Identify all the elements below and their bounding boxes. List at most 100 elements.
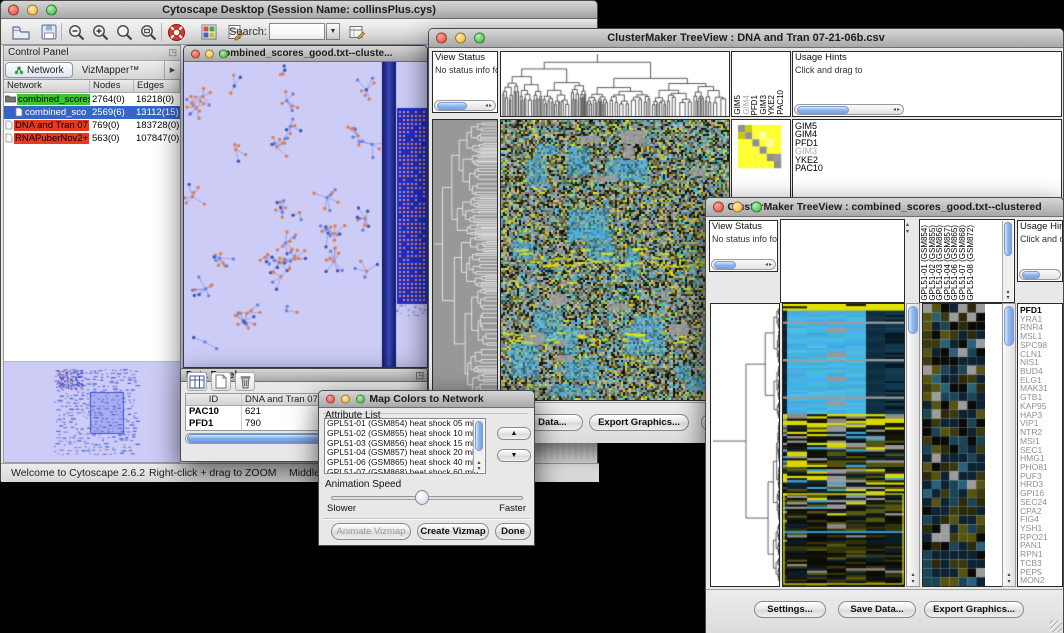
heatmap-main-pane[interactable]	[500, 119, 730, 401]
network-table-row[interactable]: combined_scores2764(0)16218(0)	[4, 93, 180, 106]
row-dendrogram-pane[interactable]	[432, 119, 498, 401]
tab-network[interactable]: Network	[5, 62, 73, 78]
network-table-row[interactable]: RNAPuberNov2+563(0)107847(0)	[4, 132, 180, 145]
network-canvas[interactable]	[184, 62, 427, 367]
close-button[interactable]	[8, 4, 19, 15]
close-button[interactable]	[326, 395, 335, 404]
network-nodes-count: 769(0)	[90, 120, 134, 131]
move-down-button[interactable]: ▼	[497, 449, 531, 462]
column-labels-pane: GPL51-01 (GSM854)GPL51-02 (GSM855)GPL51-…	[919, 219, 1015, 303]
treeview-combined-titlebar[interactable]: ClusterMaker TreeView : combined_scores_…	[706, 198, 1063, 217]
float-panel-icon[interactable]: ◳	[415, 370, 424, 381]
save-button[interactable]	[37, 21, 60, 43]
tab-overflow-button[interactable]: ▶	[164, 61, 180, 79]
zoom-button[interactable]	[751, 202, 762, 213]
column-label[interactable]: PFD1	[751, 95, 759, 115]
row-dendrogram-pane[interactable]	[710, 303, 780, 587]
export-graphics-button[interactable]: Export Graphics...	[589, 414, 689, 431]
minimize-button[interactable]	[732, 202, 743, 213]
main-titlebar[interactable]: Cytoscape Desktop (Session Name: collins…	[1, 1, 597, 19]
done-button[interactable]: Done	[495, 523, 531, 540]
network-view-titlebar[interactable]: combined_scores_good.txt--cluste...	[184, 46, 427, 62]
view-status-title: View Status	[433, 52, 497, 64]
usage-hints-title: Usage Hints	[793, 52, 1061, 64]
column-label[interactable]: GPL51-08 (GSM872)	[967, 225, 975, 301]
column-label[interactable]: GIM5	[734, 95, 742, 115]
heatmap-vscrollbar[interactable]: ▴▾	[906, 303, 920, 587]
animation-speed-slider-thumb[interactable]	[415, 490, 429, 505]
help-lifebuoy-button[interactable]	[165, 21, 188, 43]
row-label[interactable]: PFD1	[793, 139, 1061, 147]
vizmapper-button[interactable]	[197, 21, 220, 43]
column-label[interactable]: YKE2	[768, 95, 776, 115]
dp-col-id[interactable]: ID	[186, 394, 242, 405]
zoom-button[interactable]	[474, 33, 485, 44]
close-button[interactable]	[191, 49, 200, 58]
zoom-selected-button[interactable]	[137, 21, 160, 43]
settings-button[interactable]: Settings...	[754, 601, 826, 618]
row-label[interactable]: GIM4	[793, 130, 1061, 138]
col-header-network[interactable]: Network	[4, 80, 90, 92]
attribute-select-button[interactable]	[187, 372, 207, 391]
attribute-list-item[interactable]: GPL51-07 (GSM868) heat shock 60 min	[325, 468, 485, 474]
float-panel-icon[interactable]: ◳	[168, 47, 177, 58]
gene-labels: PFD1YRA1RNR4MSL1SPC98CLN1NIS1BUD4ELG1MAK…	[1018, 304, 1062, 585]
search-input[interactable]	[269, 23, 325, 40]
gene-label[interactable]: MON2	[1018, 576, 1062, 585]
new-attribute-button[interactable]	[211, 372, 231, 391]
minimize-button[interactable]	[27, 4, 38, 15]
open-file-button[interactable]	[9, 21, 32, 43]
hscrollbar[interactable]: ◂▸	[434, 100, 496, 111]
gene-list-vscrollbar[interactable]: ▴▾	[1002, 303, 1016, 587]
animation-speed-label: Animation Speed	[325, 479, 401, 490]
zoom-button[interactable]	[356, 395, 365, 404]
row-label[interactable]: GIM3	[793, 147, 1061, 155]
view-status-title: View Status	[710, 221, 777, 233]
gene-labels-pane: PFD1YRA1RNR4MSL1SPC98CLN1NIS1BUD4ELG1MAK…	[1017, 303, 1063, 587]
col-header-nodes[interactable]: Nodes	[90, 80, 134, 92]
animate-vizmap-button[interactable]: Animate Vizmap	[331, 523, 411, 540]
treeview-dna-titlebar[interactable]: ClusterMaker TreeView : DNA and Tran 07-…	[429, 29, 1063, 48]
attribute-list[interactable]: GPL51-01 (GSM854) heat shock 05 minGPL51…	[324, 418, 486, 474]
zoom-button[interactable]	[219, 49, 228, 58]
attribute-list-vscrollbar[interactable]: ▴▾	[473, 420, 484, 472]
hscrollbar[interactable]: ◂▸	[794, 104, 904, 115]
network-birdseye-overview[interactable]	[4, 362, 180, 462]
network-table-row[interactable]: combined_sco2569(6)13112(15)	[4, 106, 180, 119]
save-data-button[interactable]: Save Data...	[838, 601, 916, 618]
resize-grip[interactable]	[1050, 620, 1062, 632]
row-label[interactable]: GIM5	[793, 122, 1061, 130]
mini-scroll-arrows[interactable]: ▴▾	[906, 222, 909, 236]
tab-network-label: Network	[27, 65, 64, 76]
zoom-fit-button[interactable]	[113, 21, 136, 43]
close-button[interactable]	[713, 202, 724, 213]
zoom-button[interactable]	[46, 4, 57, 15]
export-graphics-button[interactable]: Export Graphics...	[924, 601, 1024, 618]
vscrollbar[interactable]: ▴▾	[1002, 221, 1013, 301]
minimize-button[interactable]	[205, 49, 214, 58]
hscrollbar[interactable]: ◂▸	[711, 259, 776, 270]
column-label[interactable]: PAC10	[777, 90, 785, 115]
create-vizmap-button[interactable]: Create Vizmap	[417, 523, 489, 540]
network-table-row[interactable]: DNA and Tran 07769(0)183728(0)	[4, 119, 180, 132]
map-colors-titlebar[interactable]: Map Colors to Network	[319, 391, 534, 408]
search-dropdown-button[interactable]: ▼	[326, 23, 340, 40]
zoom-in-button[interactable]	[89, 21, 112, 43]
row-label[interactable]: PAC10	[793, 164, 1061, 172]
heatmap-zoom-pane[interactable]	[922, 303, 1006, 587]
column-dendrogram-pane[interactable]	[500, 51, 730, 117]
move-up-button[interactable]: ▲	[497, 427, 531, 440]
col-header-edges[interactable]: Edges	[134, 80, 180, 92]
close-button[interactable]	[436, 33, 447, 44]
column-dendrogram-pane[interactable]	[780, 219, 905, 303]
heatmap-main-pane[interactable]	[782, 303, 905, 587]
tab-vizmapper[interactable]: VizMapper™	[74, 61, 148, 79]
network-tab-icon	[14, 66, 24, 75]
zoom-out-button[interactable]	[65, 21, 88, 43]
delete-attribute-button[interactable]	[235, 372, 255, 391]
minimize-button[interactable]	[455, 33, 466, 44]
row-label[interactable]: YKE2	[793, 156, 1061, 164]
minimize-button[interactable]	[341, 395, 350, 404]
search-options-button[interactable]	[345, 21, 368, 43]
hscrollbar[interactable]	[1019, 269, 1061, 280]
